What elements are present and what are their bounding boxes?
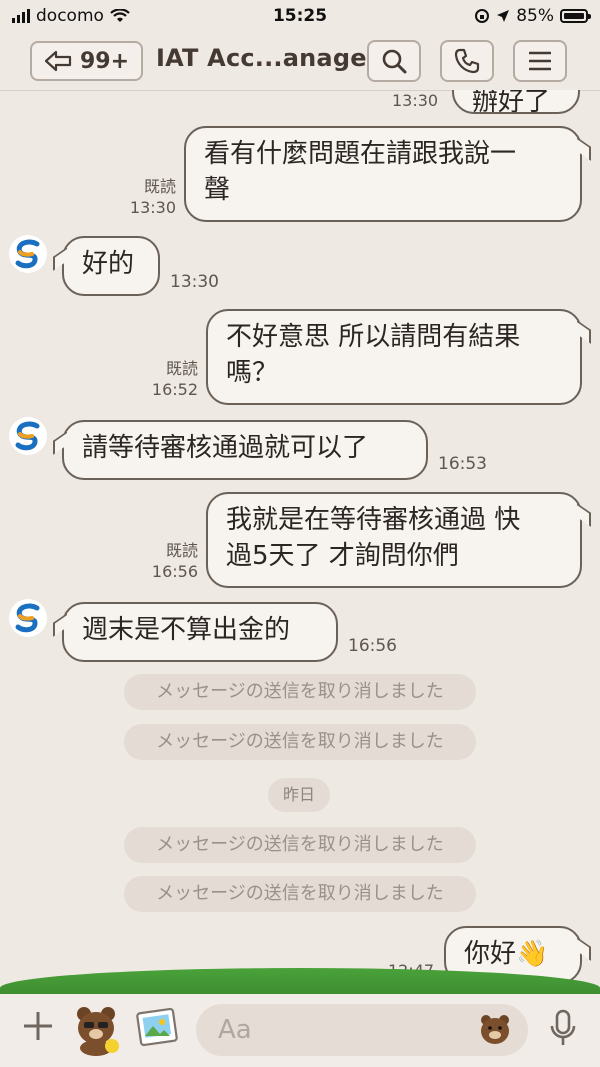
chat-header: 99+ IAT Acc...anager: [0, 32, 600, 91]
message-meta: 既読 16:52: [144, 358, 198, 400]
message-text-line: 過5天了 才詢問你們: [226, 541, 459, 571]
unsent-notice: メッセージの送信を取り消しました: [124, 876, 476, 912]
chat-title: IAT Acc...anager: [156, 44, 379, 72]
message-text-line: 我就是在等待審核通過 快: [226, 505, 521, 535]
contact-avatar[interactable]: [8, 598, 48, 638]
message-meta: 既読 13:30: [120, 176, 176, 218]
location-icon: [497, 10, 510, 22]
message-bubble-outgoing[interactable]: 辦好了: [452, 90, 580, 114]
message-time: 13:30: [170, 272, 219, 292]
message-input-placeholder: Aa: [218, 1015, 252, 1045]
back-button[interactable]: 99+: [30, 41, 143, 81]
message-bubble-incoming[interactable]: 請等待審核通過就可以了: [62, 420, 428, 480]
rotation-lock-icon: [475, 9, 490, 23]
read-receipt: 既読: [143, 177, 176, 196]
contact-avatar[interactable]: [8, 416, 48, 456]
message-bubble-outgoing[interactable]: 看有什麼問題在請跟我說一 聲: [184, 126, 582, 222]
message-time: 16:56: [151, 562, 198, 581]
message-text-line: 看有什麼問題在請跟我說一: [204, 139, 517, 169]
plus-icon[interactable]: [20, 1008, 56, 1044]
unsent-notice: メッセージの送信を取り消しました: [124, 674, 476, 710]
message-text: 請等待審核通過就可以了: [82, 433, 369, 463]
search-icon: [382, 49, 407, 74]
call-button[interactable]: [440, 40, 494, 82]
message-text-line: 不好意思 所以請問有結果: [226, 322, 521, 352]
message-time: 16:56: [348, 636, 397, 656]
message-text: 好的: [82, 249, 135, 279]
input-bar: Aa: [0, 994, 600, 1067]
chat-history[interactable]: 13:30 辦好了 既読 13:30 看有什麼問題在請跟我說一 聲 好的 13:…: [0, 90, 600, 990]
read-receipt: 既読: [165, 359, 198, 378]
message-time: 13:30: [129, 198, 176, 217]
message-input[interactable]: Aa: [196, 1004, 528, 1056]
message-time: 16:53: [438, 454, 487, 474]
emoji-icon[interactable]: [478, 1012, 512, 1046]
message-meta: 既読 16:56: [144, 540, 198, 582]
sticker-icon[interactable]: [70, 1002, 124, 1056]
back-arrow-icon: [44, 50, 72, 72]
menu-button[interactable]: [513, 40, 567, 82]
message-bubble-incoming[interactable]: 週末是不算出金的: [62, 602, 338, 662]
message-text: 辦好了: [472, 90, 551, 114]
unread-count: 99+: [80, 48, 130, 74]
message-bubble-incoming[interactable]: 好的: [62, 236, 160, 296]
message-text-line: 嗎？: [226, 358, 279, 388]
phone-icon: [454, 48, 480, 74]
search-button[interactable]: [367, 40, 421, 82]
contact-avatar[interactable]: [8, 234, 48, 274]
unsent-notice: メッセージの送信を取り消しました: [124, 724, 476, 760]
battery-icon: [560, 9, 591, 23]
message-text: 週末是不算出金的: [82, 615, 291, 645]
read-receipt: 既読: [165, 541, 198, 560]
battery-percent: 85%: [516, 6, 554, 26]
mic-icon[interactable]: [548, 1008, 578, 1048]
image-icon[interactable]: [134, 1006, 180, 1052]
message-text: 你好: [464, 939, 517, 969]
status-bar: docomo 15:25 85%: [0, 0, 600, 32]
message-bubble-outgoing[interactable]: 我就是在等待審核通過 快 過5天了 才詢問你們: [206, 492, 582, 588]
unsent-notice: メッセージの送信を取り消しました: [124, 827, 476, 863]
message-time: 13:30: [392, 91, 439, 110]
date-separator: 昨日: [268, 778, 330, 812]
message-time: 16:52: [151, 380, 198, 399]
wave-emoji: 👋: [516, 939, 549, 969]
message-text-line: 聲: [204, 175, 231, 205]
menu-icon: [529, 51, 551, 71]
message-bubble-outgoing[interactable]: 不好意思 所以請問有結果 嗎？: [206, 309, 582, 405]
